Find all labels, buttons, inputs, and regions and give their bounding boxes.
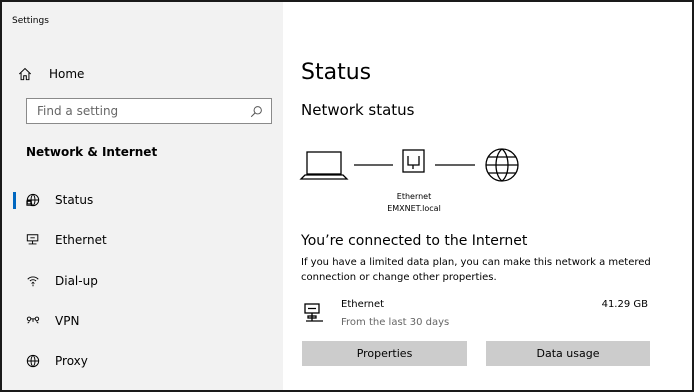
connection-message: You’re connected to the Internet xyxy=(301,233,528,249)
section-title: Network & Internet xyxy=(26,145,158,159)
sidebar-item-proxy[interactable]: Proxy xyxy=(2,344,283,378)
sidebar-item-label: Status xyxy=(55,193,94,207)
ethernet-adapter-icon xyxy=(402,149,425,173)
laptop-icon xyxy=(299,151,349,180)
home-label: Home xyxy=(49,67,85,81)
data-usage-row: Ethernet From the last 30 days 41.29 GB xyxy=(301,299,651,333)
usage-amount: 41.29 GB xyxy=(601,299,648,310)
usage-adapter-name: Ethernet xyxy=(341,299,385,310)
internet-globe-icon xyxy=(485,148,519,182)
sidebar-item-ethernet[interactable]: Ethernet xyxy=(2,223,283,257)
status-globe-icon xyxy=(26,193,40,207)
sidebar-item-status[interactable]: Status xyxy=(2,183,283,217)
page-title: Status xyxy=(301,60,372,85)
globe-icon xyxy=(26,354,40,368)
window-title: Settings xyxy=(12,16,49,26)
main-content: Status Network status Ethernet EMXNET.lo… xyxy=(283,2,692,390)
data-usage-button[interactable]: Data usage xyxy=(486,341,650,366)
vpn-icon xyxy=(26,316,40,324)
dial-up-icon xyxy=(27,276,39,287)
sidebar-item-label: Dial-up xyxy=(55,274,98,288)
ethernet-icon xyxy=(304,303,323,322)
home-icon xyxy=(18,67,32,81)
sidebar-item-label: Ethernet xyxy=(55,233,107,247)
sidebar-item-label: Proxy xyxy=(55,354,88,368)
properties-button[interactable]: Properties xyxy=(302,341,467,366)
sidebar: Settings Home Find a setting Network & I… xyxy=(2,2,283,390)
sidebar-item-label: VPN xyxy=(55,314,80,328)
sidebar-item-dial-up[interactable]: Dial-up xyxy=(2,264,283,298)
search-icon[interactable] xyxy=(250,105,263,118)
search-placeholder: Find a setting xyxy=(37,104,119,118)
connection-description: If you have a limited data plan, you can… xyxy=(301,257,651,283)
network-diagram: Ethernet EMXNET.local xyxy=(297,142,577,222)
adapter-label: Ethernet xyxy=(396,192,432,201)
search-input[interactable]: Find a setting xyxy=(26,98,272,124)
home-link[interactable]: Home xyxy=(18,64,84,84)
network-name: EMXNET.local xyxy=(387,204,441,213)
ethernet-icon xyxy=(26,234,39,245)
sidebar-item-vpn[interactable]: VPN xyxy=(2,304,283,338)
usage-period: From the last 30 days xyxy=(341,317,450,328)
settings-window: Settings Home Find a setting Network & I… xyxy=(2,2,692,390)
network-status-heading: Network status xyxy=(301,101,415,119)
